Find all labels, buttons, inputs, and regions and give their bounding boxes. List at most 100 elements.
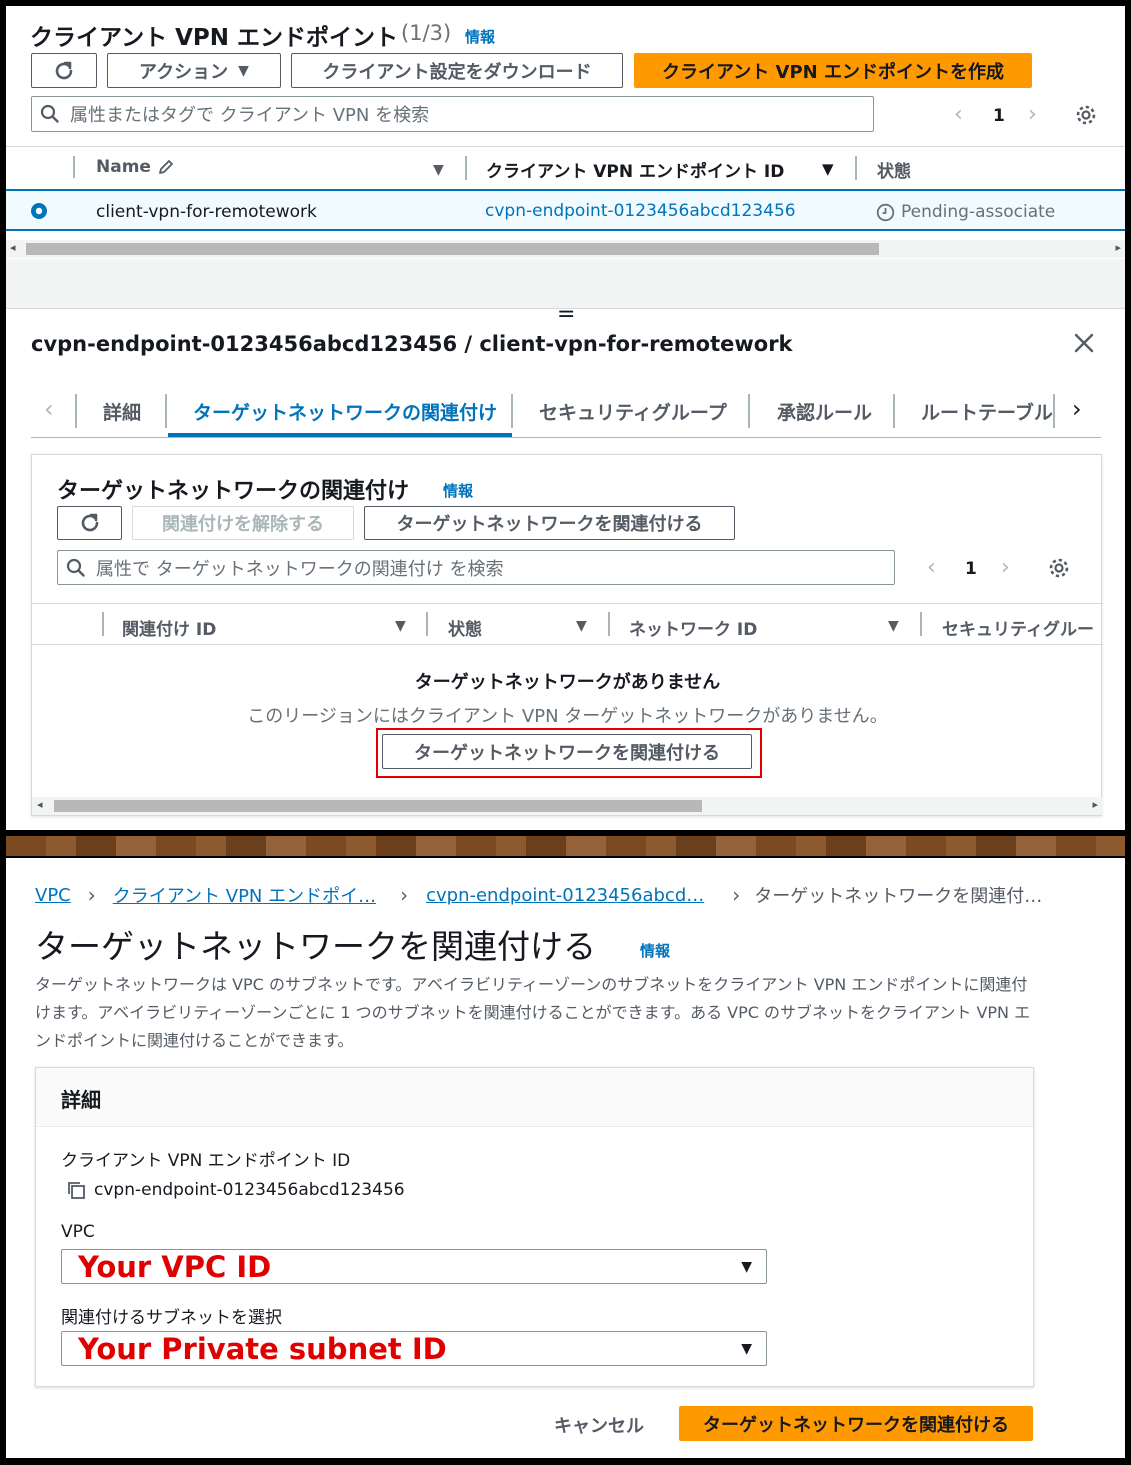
breadcrumb-endpoints[interactable]: クライアント VPN エンドポイ… [113, 882, 376, 908]
gear-icon[interactable] [1048, 557, 1070, 579]
sort-active-caret-icon[interactable]: ▼ [822, 160, 834, 178]
column-divider [855, 156, 857, 180]
gear-icon[interactable] [1075, 104, 1097, 126]
endpoint-id-text: cvpn-endpoint-0123456abcd123456 [94, 1180, 405, 1200]
tab-route-table[interactable]: ルートテーブル [921, 398, 1053, 425]
scroll-left-icon[interactable]: ◂ [10, 241, 16, 254]
resize-handle-icon[interactable]: = [557, 304, 575, 326]
subnet-select-value: Your Private subnet ID [78, 1331, 447, 1366]
table-row[interactable]: client-vpn-for-remotework cvpn-endpoint-… [6, 189, 1125, 231]
associate-target-network-button[interactable]: ターゲットネットワークを関連付ける [364, 506, 735, 540]
horizontal-scrollbar[interactable]: ◂ ▸ [6, 240, 1125, 258]
caret-down-icon: ▼ [238, 62, 249, 79]
page-number[interactable]: 1 [993, 106, 1005, 126]
actions-dropdown[interactable]: アクション ▼ [107, 53, 281, 88]
refresh-button[interactable] [57, 506, 122, 540]
radio-selected-icon[interactable] [30, 202, 48, 220]
disassociate-button[interactable]: 関連付けを解除する [132, 506, 354, 540]
column-header-status[interactable]: 状態 [877, 157, 911, 182]
vpc-select[interactable]: Your VPC ID ▼ [61, 1249, 767, 1284]
row-status: Pending-associate [876, 202, 1055, 222]
search-icon [40, 104, 60, 124]
column-header-name[interactable]: Name [96, 157, 175, 177]
split-panel-title-name: client-vpn-for-remotework [479, 332, 793, 356]
info-link[interactable]: 情報 [640, 940, 670, 961]
split-panel-title: cvpn-endpoint-0123456abcd123456 / client… [31, 332, 793, 356]
subnet-select[interactable]: Your Private subnet ID ▼ [61, 1331, 767, 1366]
prev-page-icon[interactable]: ‹ [927, 555, 936, 580]
tab-details[interactable]: 詳細 [103, 398, 141, 425]
sort-caret-icon[interactable]: ▼ [888, 618, 899, 634]
row-name: client-vpn-for-remotework [96, 202, 317, 222]
download-config-label: クライアント設定をダウンロード [322, 61, 592, 83]
column-divider [426, 612, 428, 636]
column-header-state[interactable]: 状態 [448, 615, 482, 640]
scrollbar-thumb[interactable] [54, 800, 702, 812]
caret-down-icon: ▼ [741, 1258, 752, 1275]
endpoints-console-panel: クライアント VPN エンドポイント (1/3) 情報 アクション ▼ クライア… [6, 6, 1125, 830]
info-link[interactable]: 情報 [443, 480, 473, 501]
copy-icon[interactable] [66, 1180, 86, 1200]
endpoint-search-input[interactable]: 属性またはタグで クライアント VPN を検索 [31, 96, 874, 132]
tab-divider [1053, 394, 1055, 428]
sort-caret-icon[interactable]: ▼ [433, 162, 444, 178]
column-divider [465, 156, 467, 180]
breadcrumb-vpc[interactable]: VPC [35, 885, 71, 906]
vpc-select-value: Your VPC ID [78, 1249, 272, 1284]
details-card: 詳細 クライアント VPN エンドポイント ID cvpn-endpoint-0… [35, 1067, 1034, 1387]
subnet-label: 関連付けるサブネットを選択 [61, 1308, 282, 1328]
scroll-right-icon[interactable]: ▸ [1115, 241, 1121, 254]
column-header-security-groups[interactable]: セキュリティグルー [942, 615, 1094, 640]
actions-label: アクション [139, 61, 229, 83]
breadcrumb-endpoint[interactable]: cvpn-endpoint-0123456abcd… [426, 885, 704, 906]
card-header [36, 1068, 1033, 1127]
breadcrumb: VPC › クライアント VPN エンドポイ… › cvpn-endpoint-… [35, 882, 1042, 908]
tab-divider [165, 394, 167, 428]
pencil-icon [157, 158, 175, 176]
table-header-border [32, 644, 1103, 645]
tab-authorization-rules[interactable]: 承認ルール [777, 398, 872, 425]
create-endpoint-label: クライアント VPN エンドポイントを作成 [662, 61, 1004, 83]
tab-divider [75, 394, 77, 428]
scrollbar-thumb[interactable] [26, 243, 879, 255]
column-header-network-id[interactable]: ネットワーク ID [629, 615, 757, 640]
close-icon[interactable] [1073, 332, 1095, 354]
vpc-label: VPC [61, 1222, 95, 1242]
scroll-left-icon[interactable]: ◂ [37, 798, 43, 811]
tab-divider [748, 394, 750, 428]
refresh-button[interactable] [31, 53, 97, 88]
empty-state-associate-label: ターゲットネットワークを関連付ける [414, 742, 720, 764]
info-link[interactable]: 情報 [465, 26, 495, 47]
column-divider [608, 612, 610, 636]
tabs-scroll-left-icon[interactable]: ‹ [44, 395, 54, 423]
prev-page-icon[interactable]: ‹ [954, 102, 963, 127]
tabs-scroll-right-icon[interactable]: › [1072, 395, 1082, 423]
breadcrumb-current: ターゲットネットワークを関連付… [754, 886, 1043, 907]
empty-state-associate-button[interactable]: ターゲットネットワークを関連付ける [382, 734, 752, 769]
cancel-button[interactable]: キャンセル [554, 1412, 644, 1438]
chevron-right-icon: › [87, 883, 96, 907]
sort-caret-icon[interactable]: ▼ [395, 618, 406, 634]
search-placeholder: 属性で ターゲットネットワークの関連付け を検索 [96, 558, 504, 580]
associations-title: ターゲットネットワークの関連付け [57, 479, 410, 504]
empty-state-description: このリージョンにはクライアント VPN ターゲットネットワークがありません。 [247, 706, 888, 727]
create-endpoint-button[interactable]: クライアント VPN エンドポイントを作成 [634, 53, 1032, 88]
tab-divider [511, 394, 513, 428]
row-status-text: Pending-associate [901, 202, 1056, 222]
page-number[interactable]: 1 [965, 559, 977, 579]
scroll-right-icon[interactable]: ▸ [1092, 798, 1098, 811]
tab-divider [893, 394, 895, 428]
row-endpoint-id-link[interactable]: cvpn-endpoint-0123456abcd123456 [485, 201, 796, 221]
sort-caret-icon[interactable]: ▼ [576, 618, 587, 634]
column-header-association-id[interactable]: 関連付け ID [122, 615, 216, 640]
download-config-button[interactable]: クライアント設定をダウンロード [291, 53, 623, 88]
tab-security-groups[interactable]: セキュリティグループ [539, 398, 727, 425]
column-header-endpoint-id[interactable]: クライアント VPN エンドポイント ID [486, 157, 784, 182]
next-page-icon[interactable]: › [1001, 555, 1010, 580]
table-top-border [32, 603, 1103, 604]
horizontal-scrollbar[interactable]: ◂ ▸ [32, 797, 1103, 815]
tab-target-network-associations[interactable]: ターゲットネットワークの関連付け [193, 398, 497, 425]
associations-search-input[interactable]: 属性で ターゲットネットワークの関連付け を検索 [57, 550, 895, 585]
submit-associate-button[interactable]: ターゲットネットワークを関連付ける [679, 1406, 1033, 1441]
next-page-icon[interactable]: › [1028, 102, 1037, 127]
